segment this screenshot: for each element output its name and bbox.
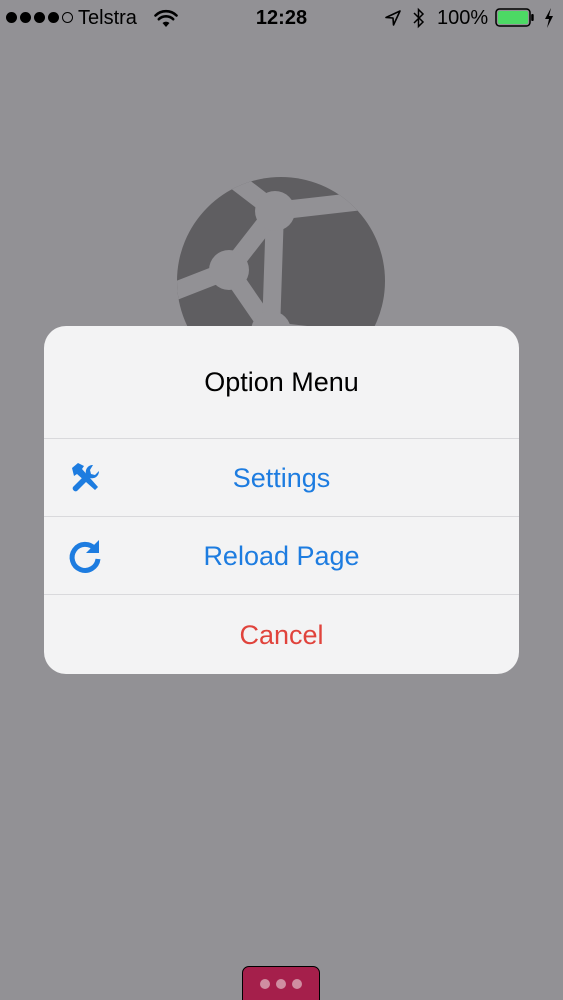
cancel-button[interactable]: Cancel: [44, 594, 519, 674]
location-icon: [385, 10, 401, 26]
bluetooth-icon: [413, 7, 425, 29]
status-bar: Telstra 12:28 100%: [0, 0, 563, 38]
more-dots-icon: [292, 979, 302, 989]
more-button[interactable]: [242, 966, 320, 1000]
battery-percentage: 100%: [437, 7, 489, 29]
cancel-label: Cancel: [239, 619, 324, 650]
more-dots-icon: [260, 979, 270, 989]
reload-page-button[interactable]: Reload Page: [44, 516, 519, 595]
tools-icon: [72, 463, 100, 492]
settings-label: Settings: [232, 462, 331, 493]
screen: Telstra 12:28 100% Option Menu Settings …: [0, 0, 563, 1000]
option-menu-dialog: Option Menu Settings Reload Page Cancel: [44, 326, 519, 674]
reload-page-label: Reload Page: [203, 540, 360, 571]
reload-icon: [69, 540, 101, 573]
settings-button[interactable]: Settings: [44, 438, 519, 517]
charging-icon: [545, 8, 553, 28]
more-dots-icon: [276, 979, 286, 989]
dialog-title: Option Menu: [204, 366, 359, 397]
battery-icon: [495, 8, 534, 27]
